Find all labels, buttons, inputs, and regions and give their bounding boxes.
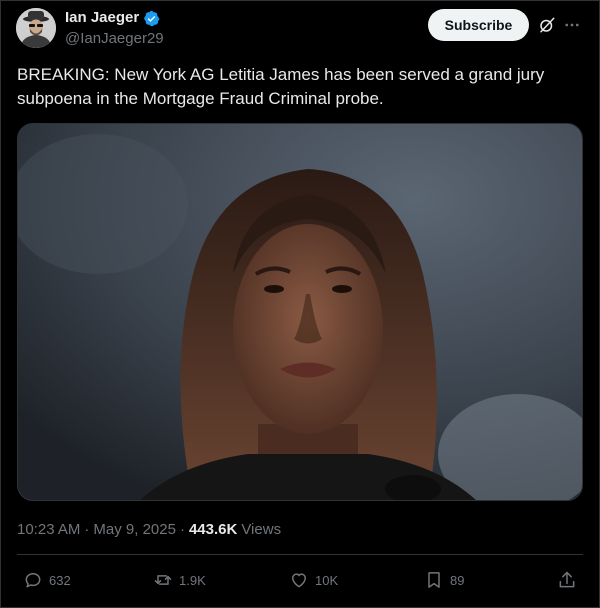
reply-count: 632 bbox=[49, 572, 71, 588]
tweet-date[interactable]: May 9, 2025 bbox=[93, 520, 176, 540]
bookmark-count: 89 bbox=[450, 572, 465, 588]
action-bar: 632 1.9K 10K 89 bbox=[1, 567, 600, 593]
views-label: Views bbox=[241, 521, 282, 538]
bookmark-icon bbox=[428, 572, 440, 588]
subscribe-button[interactable]: Subscribe bbox=[428, 9, 529, 41]
author-name-text[interactable]: Ian Jaeger bbox=[65, 9, 139, 27]
more-options-icon[interactable] bbox=[563, 15, 581, 35]
repost-count: 1.9K bbox=[179, 572, 206, 588]
tweet-card: Ian Jaeger @IanJaeger29 Subscribe BREAKI… bbox=[0, 0, 600, 608]
heart-icon bbox=[292, 573, 306, 588]
verified-badge-icon bbox=[144, 10, 160, 26]
bookmark-button[interactable]: 89 bbox=[424, 567, 464, 593]
meta-separator: · bbox=[84, 521, 90, 538]
tweet-text: BREAKING: New York AG Letitia James has … bbox=[17, 65, 545, 108]
tweet-image[interactable] bbox=[17, 123, 583, 501]
photo-portrait bbox=[18, 124, 582, 500]
repost-icon bbox=[154, 575, 172, 585]
like-button[interactable]: 10K bbox=[289, 567, 338, 593]
meta-separator-2: · bbox=[179, 521, 185, 538]
reply-button[interactable]: 632 bbox=[23, 567, 71, 593]
reply-icon bbox=[25, 573, 41, 588]
like-count: 10K bbox=[315, 572, 339, 588]
tweet-meta: 10:23 AM · May 9, 2025 · 443.6K Views bbox=[17, 520, 281, 540]
share-icon bbox=[559, 571, 575, 588]
share-button[interactable] bbox=[557, 567, 577, 593]
tweet-time[interactable]: 10:23 AM bbox=[17, 520, 80, 540]
author-handle[interactable]: @IanJaeger29 bbox=[65, 30, 164, 48]
views-count: 443.6K bbox=[188, 521, 238, 538]
divider bbox=[17, 554, 583, 555]
repost-button[interactable]: 1.9K bbox=[153, 567, 206, 593]
author-name[interactable]: Ian Jaeger bbox=[65, 9, 160, 27]
grok-icon[interactable] bbox=[538, 16, 556, 34]
avatar-image bbox=[16, 8, 56, 48]
author-avatar[interactable] bbox=[16, 8, 56, 48]
